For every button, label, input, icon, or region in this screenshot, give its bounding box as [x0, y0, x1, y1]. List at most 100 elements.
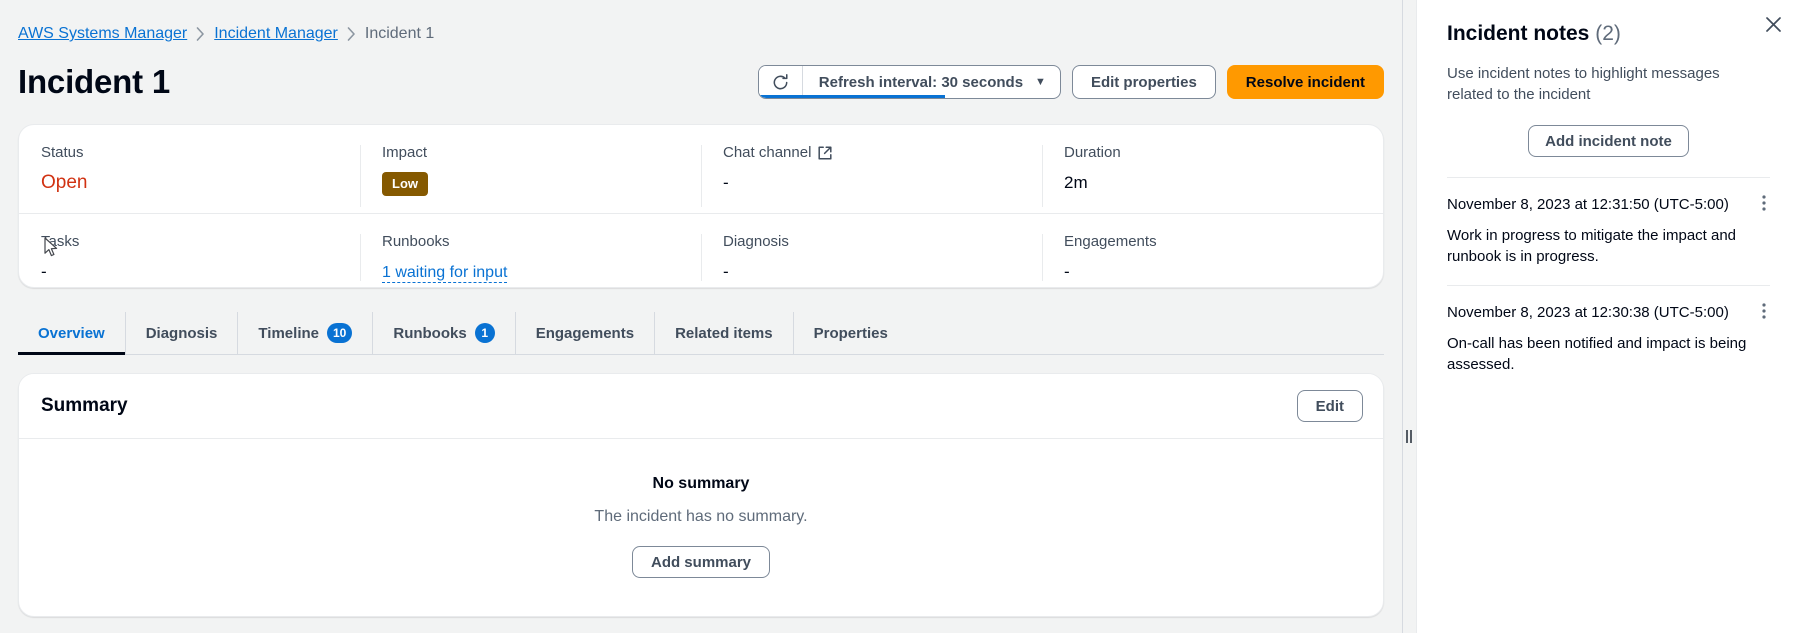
- overview-cell-status: Status Open: [19, 143, 360, 213]
- refresh-icon: [771, 73, 790, 92]
- tab-timeline[interactable]: Timeline 10: [238, 312, 373, 354]
- overview-cell-diagnosis: Diagnosis -: [701, 232, 1042, 287]
- incident-note-item: November 8, 2023 at 12:30:38 (UTC-5:00) O…: [1447, 286, 1770, 393]
- resize-grip-bar-1: [1406, 430, 1408, 443]
- overview-cell-chat-channel: Chat channel -: [701, 143, 1042, 213]
- tab-bar: Overview Diagnosis Timeline 10 Runbooks 1 Enga…: [18, 312, 1384, 355]
- tab-label: Diagnosis: [146, 325, 218, 342]
- incident-note-text: On-call has been notified and impact is …: [1447, 333, 1747, 375]
- overview-label-chat-channel-text: Chat channel: [723, 143, 811, 163]
- summary-empty-subtitle: The incident has no summary.: [594, 508, 807, 526]
- overview-label-diagnosis: Diagnosis: [723, 232, 1042, 252]
- edit-summary-button[interactable]: Edit: [1297, 390, 1363, 422]
- overview-label-duration: Duration: [1064, 143, 1383, 163]
- breadcrumb-chevron-icon-2: [347, 27, 356, 41]
- tab-label: Timeline: [258, 325, 319, 342]
- incident-notes-panel: Incident notes (2) Use incident notes to…: [1416, 0, 1800, 633]
- incident-notes-title: Incident notes (2): [1447, 22, 1621, 46]
- incident-notes-title-text: Incident notes: [1447, 22, 1589, 45]
- add-incident-note-button[interactable]: Add incident note: [1528, 125, 1689, 157]
- tab-overview[interactable]: Overview: [18, 312, 126, 354]
- overview-cell-impact: Impact Low: [360, 143, 701, 213]
- overview-value-tasks: -: [41, 261, 360, 283]
- incident-note-item: November 8, 2023 at 12:31:50 (UTC-5:00) W…: [1447, 178, 1770, 286]
- page-header: Incident 1 Refresh interval: 30 seconds: [0, 54, 1402, 110]
- tab-label: Engagements: [536, 325, 634, 342]
- page-title: Incident 1: [18, 62, 170, 102]
- overview-value-diagnosis: -: [723, 261, 1042, 283]
- overview-cell-tasks: Tasks -: [19, 232, 360, 287]
- breadcrumb-item-current: Incident 1: [365, 24, 434, 44]
- incident-note-header: November 8, 2023 at 12:30:38 (UTC-5:00): [1447, 303, 1770, 323]
- summary-panel-body: No summary The incident has no summary. …: [19, 439, 1383, 616]
- overview-value-chat-channel: -: [723, 172, 1042, 194]
- close-icon: [1765, 20, 1782, 37]
- overview-label-tasks: Tasks: [41, 232, 360, 252]
- kebab-menu-icon: [1762, 198, 1766, 215]
- main-content: AWS Systems Manager Incident Manager Inc…: [0, 0, 1402, 633]
- resize-handle-icon: [1406, 430, 1412, 443]
- overview-cell-runbooks: Runbooks 1 waiting for input: [360, 232, 701, 287]
- incident-notes-count: (2): [1595, 22, 1621, 45]
- incident-note-text: Work in progress to mitigate the impact …: [1447, 225, 1747, 267]
- summary-panel: Summary Edit No summary The incident has…: [18, 373, 1384, 617]
- overview-label-status: Status: [41, 143, 360, 163]
- breadcrumb-chevron-icon: [196, 27, 205, 41]
- edit-properties-button[interactable]: Edit properties: [1072, 65, 1216, 99]
- refresh-button[interactable]: [759, 66, 803, 98]
- chevron-down-icon: ▼: [1035, 77, 1046, 88]
- summary-title: Summary: [41, 395, 128, 417]
- incident-overview-card: Status Open Impact Low Chat channel: [18, 124, 1384, 288]
- incident-note-menu-button[interactable]: [1758, 303, 1770, 319]
- tab-label: Properties: [814, 325, 888, 342]
- incident-note-header: November 8, 2023 at 12:31:50 (UTC-5:00): [1447, 195, 1770, 215]
- overview-value-status: Open: [41, 172, 360, 194]
- incident-note-timestamp: November 8, 2023 at 12:30:38 (UTC-5:00): [1447, 303, 1729, 323]
- overview-row-1: Status Open Impact Low Chat channel: [19, 125, 1383, 213]
- tab-runbooks[interactable]: Runbooks 1: [373, 312, 515, 354]
- summary-empty-title: No summary: [653, 475, 750, 493]
- impact-badge: Low: [382, 172, 428, 196]
- refresh-interval-label: Refresh interval: 30 seconds: [819, 74, 1023, 91]
- kebab-menu-icon: [1762, 306, 1766, 323]
- overview-label-engagements: Engagements: [1064, 232, 1383, 252]
- incident-notes-list: November 8, 2023 at 12:31:50 (UTC-5:00) W…: [1447, 178, 1770, 393]
- overview-value-engagements: -: [1064, 261, 1383, 283]
- tab-badge: 1: [475, 323, 495, 343]
- breadcrumb-item-aws-systems-manager[interactable]: AWS Systems Manager: [18, 24, 187, 44]
- tab-label: Related items: [675, 325, 773, 342]
- runbooks-waiting-link[interactable]: 1 waiting for input: [382, 264, 507, 283]
- resize-grip-bar-2: [1410, 430, 1412, 443]
- tab-badge: 10: [327, 323, 352, 343]
- refresh-interval-select[interactable]: Refresh interval: 30 seconds ▼: [803, 66, 1060, 98]
- tab-engagements[interactable]: Engagements: [516, 312, 655, 354]
- add-summary-button[interactable]: Add summary: [632, 546, 770, 578]
- refresh-progress-bar: [759, 95, 946, 98]
- overview-row-2: Tasks - Runbooks 1 waiting for input Dia…: [19, 213, 1383, 287]
- breadcrumb-item-incident-manager[interactable]: Incident Manager: [214, 24, 338, 44]
- tab-diagnosis[interactable]: Diagnosis: [126, 312, 239, 354]
- tab-properties[interactable]: Properties: [794, 312, 908, 354]
- overview-label-impact: Impact: [382, 143, 701, 163]
- overview-label-runbooks: Runbooks: [382, 232, 701, 252]
- external-link-icon: [818, 146, 832, 160]
- overview-value-duration: 2m: [1064, 172, 1383, 194]
- header-actions: Refresh interval: 30 seconds ▼ Edit prop…: [758, 65, 1384, 99]
- tab-related-items[interactable]: Related items: [655, 312, 794, 354]
- resolve-incident-button[interactable]: Resolve incident: [1227, 65, 1384, 99]
- incident-note-menu-button[interactable]: [1758, 195, 1770, 211]
- incident-notes-description: Use incident notes to highlight messages…: [1447, 63, 1747, 105]
- overview-cell-engagements: Engagements -: [1042, 232, 1383, 287]
- close-panel-button[interactable]: [1761, 12, 1786, 37]
- overview-cell-duration: Duration 2m: [1042, 143, 1383, 213]
- incident-detail-page: AWS Systems Manager Incident Manager Inc…: [0, 0, 1800, 633]
- tab-label: Runbooks: [393, 325, 466, 342]
- summary-panel-header: Summary Edit: [19, 374, 1383, 439]
- incident-note-timestamp: November 8, 2023 at 12:31:50 (UTC-5:00): [1447, 195, 1729, 215]
- breadcrumb: AWS Systems Manager Incident Manager Inc…: [0, 0, 1402, 48]
- panel-resize-handle[interactable]: [1402, 0, 1416, 633]
- overview-label-chat-channel: Chat channel: [723, 143, 1042, 163]
- refresh-control-group: Refresh interval: 30 seconds ▼: [758, 65, 1061, 99]
- add-incident-note-wrapper: Add incident note: [1447, 125, 1770, 157]
- incident-notes-header: Incident notes (2): [1447, 0, 1770, 46]
